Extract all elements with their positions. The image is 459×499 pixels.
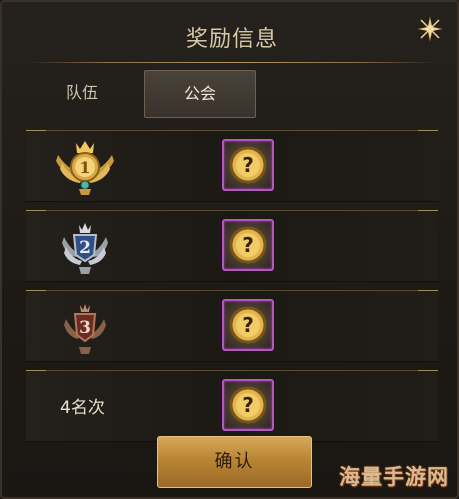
reward-item-slot[interactable]: ? — [222, 219, 274, 271]
unknown-reward-question-icon: ? — [229, 306, 267, 344]
title-divider — [26, 62, 436, 63]
svg-text:?: ? — [242, 233, 254, 257]
silver-rank-2-medal-icon: 2 — [52, 217, 118, 279]
reward-row-rank-3: 3 ? — [26, 290, 438, 362]
svg-text:3: 3 — [79, 318, 91, 338]
reward-info-dialog: 奖励信息 队伍 公会 1 ? 2 ? 3 ? 4名次 ? 确认 海量手游网 — [0, 0, 459, 499]
svg-text:?: ? — [242, 313, 254, 337]
svg-text:1: 1 — [79, 158, 90, 177]
svg-text:2: 2 — [79, 238, 91, 258]
unknown-reward-question-icon: ? — [229, 226, 267, 264]
unknown-reward-question-icon: ? — [229, 146, 267, 184]
reward-item-slot[interactable]: ? — [222, 139, 274, 191]
bronze-rank-3-medal-icon: 3 — [52, 297, 118, 359]
confirm-button[interactable]: 确认 — [157, 436, 312, 488]
dialog-header: 奖励信息 — [22, 12, 442, 62]
reward-row-rank-1: 1 ? — [26, 130, 438, 202]
reward-row-rank-4: 4名次 ? — [26, 370, 438, 442]
tab-guild[interactable]: 公会 — [144, 70, 256, 118]
dialog-title: 奖励信息 — [185, 27, 278, 52]
rank-4-label: 4名次 — [60, 398, 105, 418]
reward-item-slot[interactable]: ? — [222, 299, 274, 351]
tab-bar: 队伍 公会 — [28, 70, 428, 120]
gold-rank-1-medal-icon: 1 — [52, 137, 118, 199]
svg-text:?: ? — [242, 153, 254, 177]
svg-text:?: ? — [242, 393, 254, 417]
unknown-reward-question-icon: ? — [229, 386, 267, 424]
site-watermark: 海量手游网 — [339, 465, 449, 489]
reward-item-slot[interactable]: ? — [222, 379, 274, 431]
star-close-icon[interactable] — [415, 14, 445, 44]
tab-team[interactable]: 队伍 — [32, 70, 132, 116]
reward-row-rank-2: 2 ? — [26, 210, 438, 282]
